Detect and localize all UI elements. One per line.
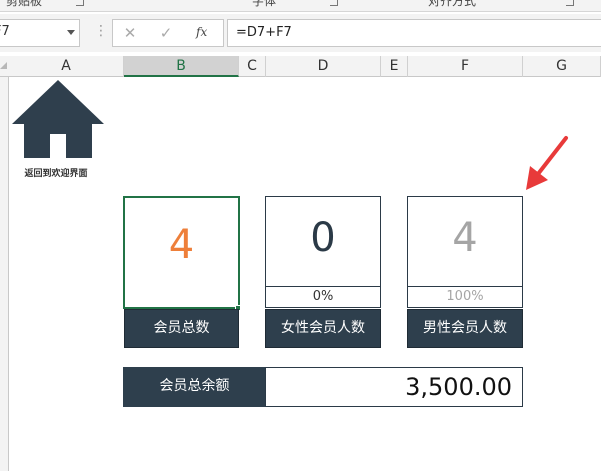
total-balance-label: 会员总余额 <box>123 367 266 407</box>
ribbon-group-labels: 剪贴板 字体 对齐方式 <box>0 0 601 12</box>
red-arrow-icon <box>526 136 568 190</box>
more-options-icon[interactable]: ⋮ <box>94 24 108 38</box>
ribbon-group-clipboard[interactable]: 剪贴板 <box>6 0 42 9</box>
total-members-label: 会员总数 <box>124 309 239 348</box>
chevron-down-icon[interactable] <box>67 30 75 35</box>
name-box-value: F7 <box>0 24 10 39</box>
total-members-value: 4 <box>168 222 195 268</box>
home-caption[interactable]: 返回到欢迎界面 <box>20 166 92 179</box>
clipboard-launcher-icon[interactable] <box>76 0 84 6</box>
ribbon-group-font[interactable]: 字体 <box>252 0 276 9</box>
total-balance-value[interactable]: 3,500.00 <box>265 367 523 407</box>
female-members-percent: 0% <box>265 286 381 308</box>
column-header-a[interactable]: A <box>9 56 124 77</box>
column-header-d[interactable]: D <box>266 56 381 77</box>
column-header-e[interactable]: E <box>381 56 408 77</box>
select-all-icon[interactable] <box>0 62 7 69</box>
formula-text: =D7+F7 <box>236 25 292 40</box>
insert-function-icon[interactable]: fx <box>196 25 207 39</box>
column-header-c[interactable]: C <box>239 56 266 77</box>
font-launcher-icon[interactable] <box>330 0 338 6</box>
column-header-b[interactable]: B <box>124 56 239 77</box>
enter-icon[interactable]: ✓ <box>155 24 177 42</box>
alignment-launcher-icon[interactable] <box>566 0 574 6</box>
row-header-strip[interactable] <box>0 77 9 471</box>
column-header-g[interactable]: G <box>523 56 601 77</box>
male-members-value: 4 <box>452 215 478 261</box>
female-members-value: 0 <box>310 215 336 261</box>
male-members-percent: 100% <box>407 286 523 308</box>
cancel-icon[interactable]: ✕ <box>119 24 141 42</box>
home-icon[interactable] <box>10 78 106 160</box>
ribbon-group-alignment[interactable]: 对齐方式 <box>428 0 476 9</box>
female-members-label: 女性会员人数 <box>265 309 381 348</box>
male-members-label: 男性会员人数 <box>407 309 523 348</box>
column-header-f[interactable]: F <box>408 56 523 77</box>
